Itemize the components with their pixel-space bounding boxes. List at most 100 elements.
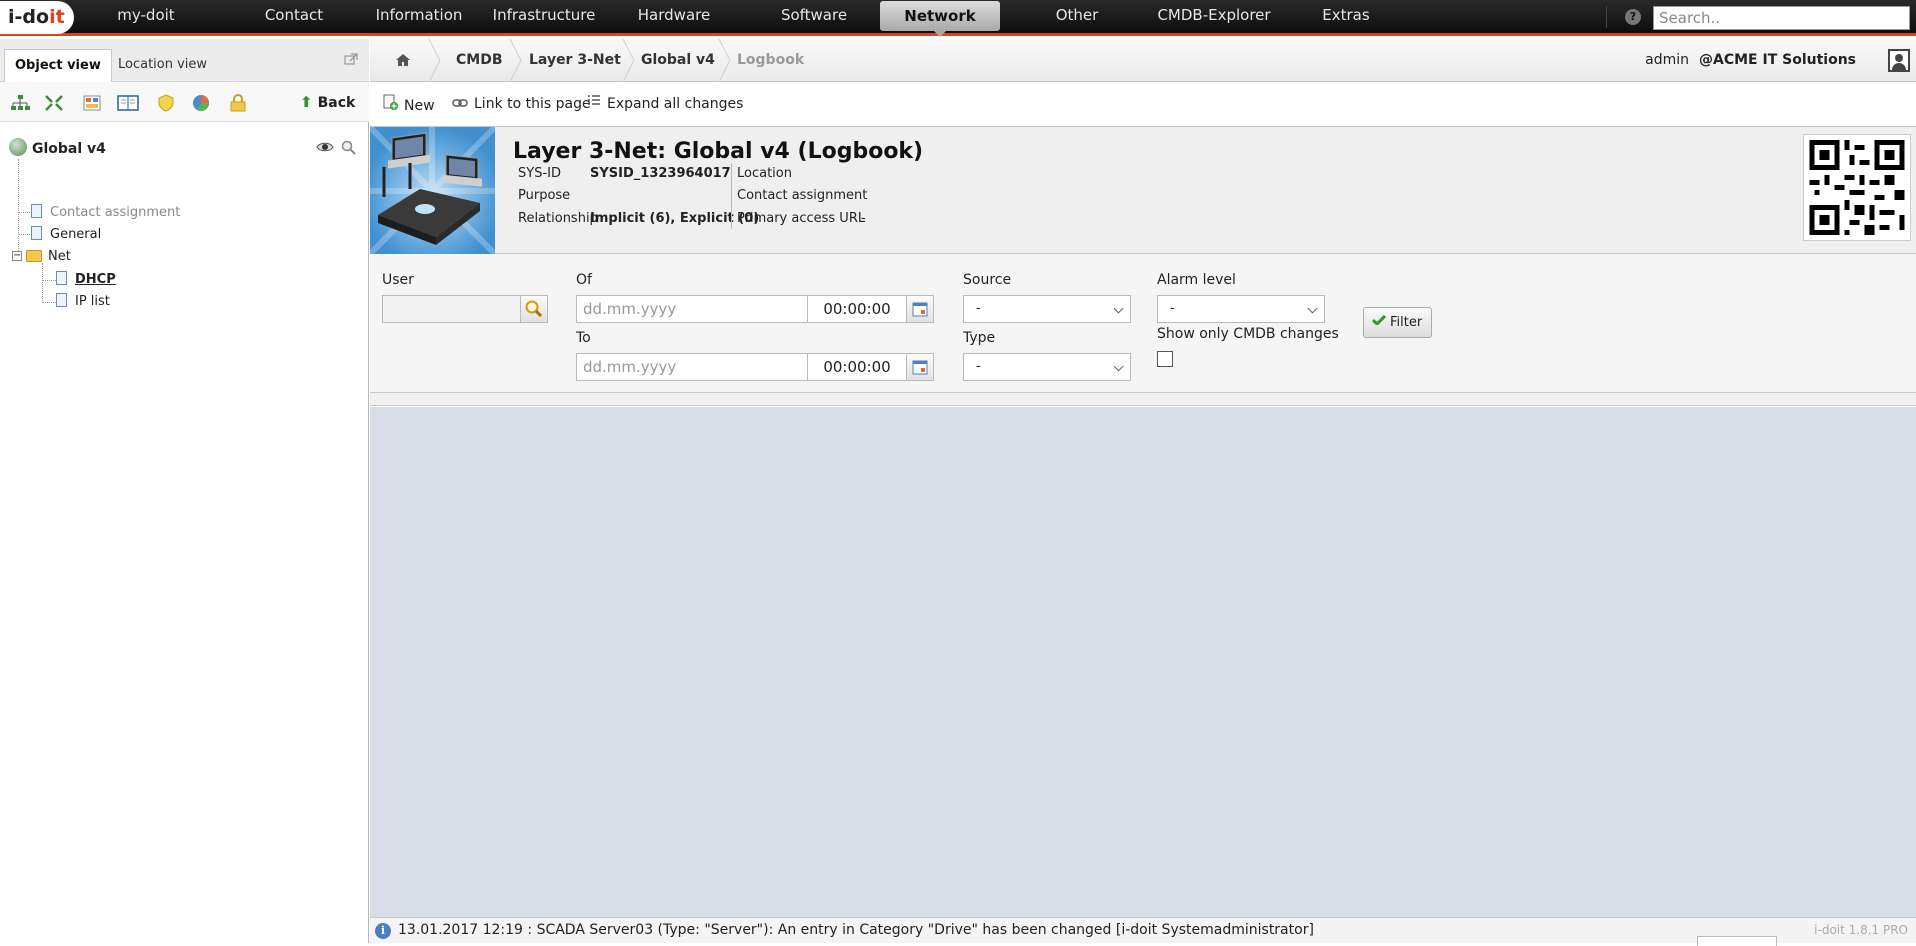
nav-other[interactable]: Other [1022,0,1132,33]
nav-contact[interactable]: Contact [244,0,344,33]
of-label: Of [576,272,592,288]
document-icon [56,292,67,307]
book-icon[interactable] [117,94,139,112]
alarm-level-select[interactable]: - [1157,295,1325,323]
nav-separator [1606,6,1607,28]
avatar[interactable] [1888,49,1910,72]
logbook-filter: User Of dd.mm.yyyy 00:00:00 To dd.mm.yyy… [370,254,1916,393]
breadcrumb-separator [428,39,441,82]
user-search-button[interactable] [520,295,548,323]
arrow-up-icon: ⬆ [300,93,313,111]
view-tabs: Object view Location view [0,39,369,82]
type-label: Type [963,330,996,346]
to-calendar-button[interactable] [906,353,934,381]
action-bar: New Link to this page Expand all changes [370,82,1916,127]
globe-icon [9,138,27,156]
url-value: - [861,211,866,226]
expand-tree-icon[interactable] [44,94,64,112]
nav-software[interactable]: Software [754,0,874,33]
type-select[interactable]: - [963,353,1131,381]
left-panel: Object view Location view ⬆ Back Global … [0,39,369,943]
breadcrumb: CMDB Layer 3-Net Global v4 Logbook admin… [370,39,1916,82]
nav-infrastructure[interactable]: Infrastructure [474,0,614,33]
info-icon: i [375,923,391,939]
nav-my-doit[interactable]: my-doit [96,0,196,33]
breadcrumb-cmdb[interactable]: CMDB [456,39,503,82]
checkmark-icon [1372,315,1386,325]
lock-icon[interactable] [228,94,248,112]
new-button[interactable]: New [382,94,435,114]
qr-code[interactable] [1803,134,1911,241]
alarm-level-label: Alarm level [1157,272,1236,288]
filter-button[interactable]: Filter [1363,307,1432,338]
tree-item-net[interactable]: − Net [12,247,71,267]
user-info[interactable]: admin @ACME IT Solutions [1645,39,1856,82]
router-image [370,127,495,254]
cmdb-only-checkbox[interactable] [1157,351,1173,367]
object-header: Layer 3-Net: Global v4 (Logbook) SYS-ID … [370,127,1916,254]
tab-object-view[interactable]: Object view [4,49,112,82]
tree-connector [42,280,56,281]
tree-structure-icon[interactable] [10,94,30,112]
breadcrumb-global-v4[interactable]: Global v4 [641,39,715,82]
document-icon [31,225,42,240]
version-label: i-doit 1.8.1 PRO [1814,923,1908,937]
of-time-input[interactable]: 00:00:00 [807,295,907,323]
shield-icon[interactable] [156,94,176,112]
folder-icon [26,249,42,262]
source-label: Source [963,272,1012,288]
nav-extras[interactable]: Extras [1296,0,1396,33]
to-date-input[interactable]: dd.mm.yyyy [576,353,808,381]
status-message[interactable]: 13.01.2017 12:19 : SCADA Server03 (Type:… [398,922,1314,938]
source-select[interactable]: - [963,295,1131,323]
relationship-value[interactable]: Implicit (6), Explicit (0) [590,208,759,230]
top-navigation-bar: i-doit my-doit Contact Information Infra… [0,0,1916,37]
nav-network[interactable]: Network [880,1,1000,37]
nav-hardware[interactable]: Hardware [619,0,729,33]
of-date-input[interactable]: dd.mm.yyyy [576,295,808,323]
breadcrumb-layer3-net[interactable]: Layer 3-Net [529,39,621,82]
sysid-value: SYSID_1323964017 [590,166,731,181]
user-label: User [382,272,414,288]
breadcrumb-separator [718,39,731,82]
to-time-input[interactable]: 00:00:00 [807,353,907,381]
eye-icon[interactable] [316,141,334,157]
tree-root[interactable]: Global v4 [9,138,106,159]
nav-cmdb-explorer[interactable]: CMDB-Explorer [1134,0,1294,33]
tree-item-general[interactable]: General [31,225,101,245]
tree-item-ip-list[interactable]: IP list [56,292,110,312]
tree-toolbar: ⬆ Back [0,82,369,122]
calendar-icon [912,360,928,375]
collapse-icon[interactable]: − [12,250,22,261]
dashboard-icon[interactable] [82,94,102,112]
logbook-results-area [370,407,1916,917]
user-input[interactable] [382,295,521,323]
of-calendar-button[interactable] [906,295,934,323]
tree-connector [18,159,19,257]
expand-all-changes-button[interactable]: Expand all changes [587,94,743,114]
cmdb-only-label: Show only CMDB changes [1157,326,1339,342]
new-document-icon [382,94,398,116]
home-icon[interactable] [395,53,410,67]
breadcrumb-separator [622,39,635,82]
back-button[interactable]: ⬆ Back [300,93,355,111]
list-icon [587,94,601,114]
status-tab-button[interactable] [1697,936,1777,946]
document-icon [56,270,67,285]
tree-connector [42,263,43,303]
search-input[interactable] [1653,6,1910,30]
help-icon[interactable]: ? [1625,9,1641,25]
tree-item-contact-assignment[interactable]: Contact assignment [31,203,180,223]
magnifier-icon[interactable] [341,140,357,160]
chart-pie-icon[interactable] [191,94,211,112]
tree-item-dhcp[interactable]: DHCP [56,270,116,290]
popout-icon[interactable] [344,53,358,65]
link-to-page-button[interactable]: Link to this page [452,94,591,114]
nav-information[interactable]: Information [354,0,484,33]
calendar-icon [912,302,928,317]
url-row: Primary access URL - [737,208,937,230]
app-logo[interactable]: i-doit [0,1,74,34]
purpose-row: Purpose [518,185,570,207]
tab-location-view[interactable]: Location view [108,49,217,82]
tree-connector [18,212,30,213]
